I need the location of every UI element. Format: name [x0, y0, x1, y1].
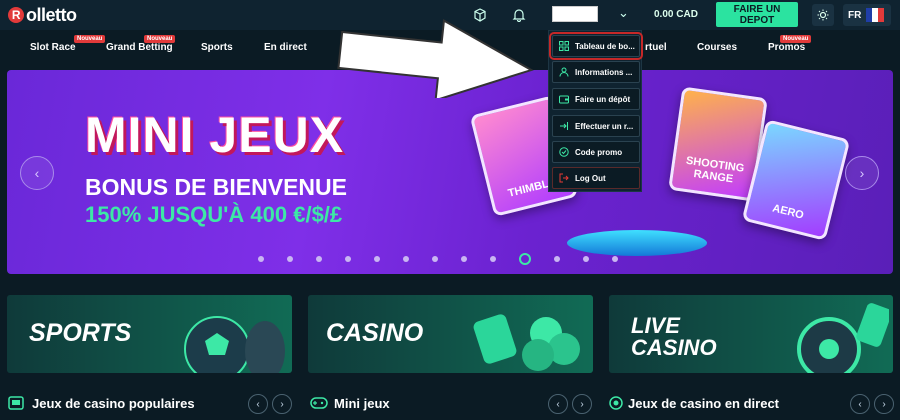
hero-subtitle: BONUS DE BIENVENUE	[85, 174, 347, 200]
menu-item-withdraw[interactable]: Effectuer un r...	[552, 115, 640, 137]
logo-mark: R	[8, 7, 24, 23]
hero-next-arrow[interactable]: ›	[845, 156, 879, 190]
new-badge: Nouveau	[74, 35, 106, 43]
carousel-dot[interactable]	[287, 256, 293, 262]
nav-item-promos[interactable]: Promos Nouveau	[768, 35, 812, 53]
nav-label: Grand Betting	[106, 42, 173, 53]
menu-item-deposit[interactable]: Faire un dépôt	[552, 88, 640, 110]
section-title-live-casino: Jeux de casino en direct	[628, 396, 780, 411]
new-badge: Nouveau	[780, 35, 812, 43]
balance: 0.00 CAD	[654, 9, 698, 20]
carousel-dots	[258, 253, 641, 265]
section-next-arrow[interactable]: ›	[572, 394, 592, 414]
language-code: FR	[848, 9, 862, 21]
deposit-button[interactable]: FAIRE UN DEPOT	[716, 2, 798, 27]
dashboard-grid-icon	[559, 41, 569, 51]
tile-label: SPORTS	[29, 319, 132, 347]
new-badge: Nouveau	[144, 35, 176, 43]
nav-label: Slot Race	[30, 42, 76, 53]
nav-item-sports[interactable]: Sports	[201, 42, 233, 53]
chevron-down-icon[interactable]: ⌄	[618, 5, 629, 21]
hero-banner[interactable]: MINI JEUX BONUS DE BIENVENUE 150% JUSQU'…	[7, 70, 893, 274]
menu-item-label: Faire un dépôt	[575, 94, 631, 104]
menu-item-account-info[interactable]: Informations ...	[552, 61, 640, 83]
carousel-dot[interactable]	[490, 256, 496, 262]
user-icon	[559, 67, 569, 77]
language-selector[interactable]: FR	[843, 4, 891, 26]
carousel-dot[interactable]	[432, 256, 438, 262]
section-prev-arrow[interactable]: ‹	[548, 394, 568, 414]
tile-live-casino[interactable]: LIVE CASINO	[609, 295, 893, 373]
nav-item-grand-betting[interactable]: Grand Betting Nouveau	[106, 35, 176, 53]
logo-text: olletto	[26, 5, 77, 25]
carousel-dot[interactable]	[583, 256, 589, 262]
hero-prev-arrow[interactable]: ‹	[20, 156, 54, 190]
soccer-ball-icon	[184, 316, 285, 373]
tile-sports[interactable]: SPORTS	[7, 295, 292, 373]
tile-label: LIVE CASINO	[631, 313, 717, 360]
account-name-field[interactable]	[552, 6, 598, 22]
menu-item-dashboard[interactable]: Tableau de bo...	[549, 32, 643, 60]
annotation-arrow-icon	[337, 19, 534, 98]
nav-item-courses[interactable]: Courses	[697, 42, 737, 53]
sun-icon[interactable]	[812, 4, 834, 26]
slot-machine-icon	[8, 396, 24, 410]
menu-item-promo-code[interactable]: Code promo	[552, 141, 640, 163]
clover-icon	[473, 314, 580, 371]
withdraw-icon	[559, 121, 569, 131]
balance-currency: CAD	[676, 9, 698, 20]
tile-casino[interactable]: CASINO	[308, 295, 593, 373]
gamepad-icon	[310, 397, 328, 409]
section-next-arrow[interactable]: ›	[874, 394, 894, 414]
section-title-mini-games: Mini jeux	[334, 396, 390, 411]
logout-icon	[559, 173, 569, 183]
section-prev-arrow[interactable]: ‹	[850, 394, 870, 414]
nav-item-virtuel[interactable]: rtuel	[645, 42, 667, 53]
section-prev-arrow[interactable]: ‹	[248, 394, 268, 414]
menu-item-label: Tableau de bo...	[575, 41, 635, 51]
menu-item-label: Log Out	[575, 173, 606, 183]
card-label: SHOOTING RANGE	[685, 154, 745, 186]
carousel-dot[interactable]	[258, 256, 264, 262]
section-next-arrow[interactable]: ›	[272, 394, 292, 414]
roulette-icon	[797, 303, 889, 373]
hero-title: MINI JEUX	[85, 107, 345, 163]
menu-item-logout[interactable]: Log Out	[552, 167, 640, 189]
card-label: AERO	[771, 202, 805, 222]
wallet-icon	[559, 94, 569, 104]
balance-amount: 0.00	[654, 9, 674, 20]
hero-offer: 150% JUSQU'À 400 €/$/£	[85, 202, 343, 227]
nav-label: Promos	[768, 42, 806, 53]
promo-code-icon	[559, 147, 569, 157]
carousel-dot[interactable]	[461, 256, 467, 262]
nav-item-slot-race[interactable]: Slot Race Nouveau	[30, 35, 106, 53]
carousel-dot[interactable]	[374, 256, 380, 262]
carousel-dot[interactable]	[554, 256, 560, 262]
menu-item-label: Code promo	[575, 147, 623, 157]
france-flag-icon	[866, 8, 885, 22]
carousel-dot[interactable]	[316, 256, 322, 262]
tile-label: CASINO	[326, 319, 424, 347]
menu-item-label: Effectuer un r...	[575, 121, 634, 131]
carousel-dot[interactable]	[345, 256, 351, 262]
carousel-dot[interactable]	[612, 256, 618, 262]
account-dropdown-menu: Tableau de bo... Informations ... Faire …	[548, 30, 643, 192]
carousel-dot[interactable]	[403, 256, 409, 262]
carousel-dot-active[interactable]	[519, 253, 531, 265]
menu-item-label: Informations ...	[575, 67, 633, 77]
logo[interactable]: Rolletto	[8, 5, 77, 26]
live-chip-icon	[609, 396, 623, 410]
section-title-popular-casino: Jeux de casino populaires	[32, 396, 195, 411]
nav-item-en-direct[interactable]: En direct	[264, 42, 307, 53]
